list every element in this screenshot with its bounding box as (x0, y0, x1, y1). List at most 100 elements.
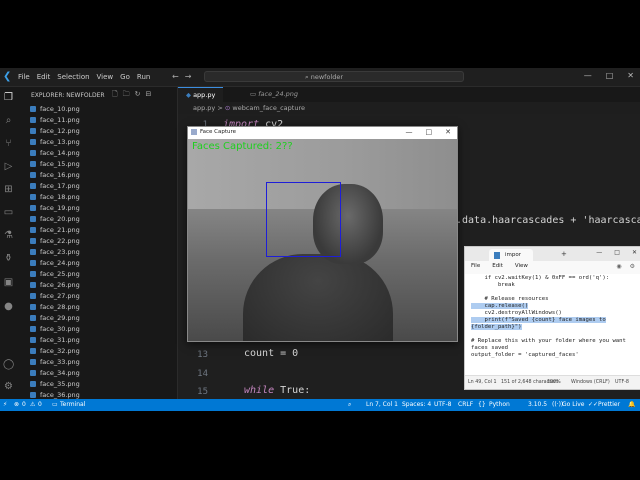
new-folder-icon[interactable]: 🗀 (123, 90, 130, 101)
image-file-icon (30, 193, 36, 200)
menu-file[interactable]: File (18, 73, 30, 81)
minimize-icon[interactable]: — (596, 249, 602, 256)
extension-circle-icon[interactable]: ● (3, 301, 14, 312)
file-list-item[interactable]: face_29.png (17, 312, 177, 323)
file-list-item[interactable]: face_15.png (17, 158, 177, 169)
menu-view[interactable]: View (97, 73, 114, 81)
tab-face-24[interactable]: ▭ face_24.png (242, 87, 306, 102)
maximize-icon[interactable]: □ (614, 249, 620, 256)
file-list-item[interactable]: face_33.png (17, 356, 177, 367)
document-icon (494, 252, 500, 259)
indentation[interactable]: Spaces: 4 (402, 399, 431, 411)
collapse-icon[interactable]: ⊟ (146, 90, 152, 101)
prettier-button[interactable]: Prettier (598, 399, 620, 411)
run-debug-icon[interactable]: ▷ (3, 161, 14, 172)
extensions-icon[interactable]: ⊞ (3, 184, 14, 195)
notification-bell-icon[interactable]: 🔔 (628, 399, 635, 411)
python-version[interactable]: 3.10.5 (528, 399, 547, 411)
file-name: face_30.png (40, 324, 80, 333)
menu-go[interactable]: Go (120, 73, 130, 81)
file-list-item[interactable]: face_16.png (17, 169, 177, 180)
copilot-icon[interactable]: ◉ (616, 263, 621, 270)
file-list-item[interactable]: face_26.png (17, 279, 177, 290)
check-icon: ✓✓ (588, 401, 599, 408)
source-control-icon[interactable]: ⑂ (3, 138, 14, 149)
file-list-item[interactable]: face_31.png (17, 334, 177, 345)
image-file-icon (30, 347, 36, 354)
new-tab-icon[interactable]: + (561, 250, 567, 258)
testing-icon[interactable]: ⚗ (3, 230, 14, 241)
tab-app-py[interactable]: ◆ app.py (178, 87, 224, 103)
minimize-icon[interactable]: — (584, 71, 592, 80)
file-list-item[interactable]: face_18.png (17, 191, 177, 202)
menu-run[interactable]: Run (137, 73, 150, 81)
file-list-item[interactable]: face_35.png (17, 378, 177, 389)
close-icon[interactable]: ✕ (627, 71, 634, 80)
file-list-item[interactable]: face_10.png (17, 103, 177, 114)
cursor-position[interactable]: Ln 7, Col 1 (366, 399, 398, 411)
file-list-item[interactable]: face_34.png (17, 367, 177, 378)
notepad-tab[interactable]: impor (489, 249, 533, 261)
nav-arrows[interactable]: ←→ (172, 72, 197, 81)
close-icon[interactable]: ✕ (632, 249, 637, 256)
menu-selection[interactable]: Selection (57, 73, 89, 81)
notepad-text-area[interactable]: if cv2.waitKey(1) & 0xFF == ord('q'): br… (465, 274, 640, 376)
encoding[interactable]: UTF-8 (434, 399, 452, 411)
file-list-item[interactable]: face_27.png (17, 290, 177, 301)
activity-bar: ❐ ⌕ ⑂ ▷ ⊞ ▭ ⚗ ⚱ ▣ ● ◯ ⚙ (0, 87, 17, 399)
menu-edit[interactable]: Edit (37, 73, 51, 81)
file-list-item[interactable]: face_22.png (17, 235, 177, 246)
maximize-icon[interactable]: □ (426, 128, 433, 136)
image-file-icon (30, 138, 36, 145)
file-list-item[interactable]: face_23.png (17, 246, 177, 257)
search-icon[interactable]: ⌕ (348, 399, 351, 411)
file-list-item[interactable]: face_25.png (17, 268, 177, 279)
settings-gear-icon[interactable]: ⚙ (3, 381, 14, 392)
language-mode[interactable]: Python (489, 399, 510, 411)
file-list-item[interactable]: face_13.png (17, 136, 177, 147)
breadcrumb-file[interactable]: app.py (193, 104, 215, 112)
face-capture-titlebar[interactable]: Face Capture — □ ✕ (188, 127, 457, 139)
terminal-button[interactable]: Terminal (60, 399, 85, 411)
warning-icon[interactable]: ⚠ (30, 399, 35, 411)
line-ending[interactable]: CRLF (458, 399, 473, 411)
file-list-item[interactable]: face_11.png (17, 114, 177, 125)
remote-explorer-icon[interactable]: ▭ (3, 207, 14, 218)
notepad-line-selected: print(f"Saved {count} face images to (471, 317, 606, 323)
line-number: 13 (197, 350, 208, 360)
file-list-item[interactable]: face_21.png (17, 224, 177, 235)
close-icon[interactable]: ✕ (445, 128, 451, 136)
notepad-menu-edit[interactable]: Edit (492, 263, 503, 269)
maximize-icon[interactable]: □ (606, 71, 614, 80)
explorer-icon[interactable]: ❐ (3, 92, 14, 103)
new-file-icon[interactable]: 🗋 (112, 90, 118, 101)
file-list-item[interactable]: face_32.png (17, 345, 177, 356)
notepad-menu-file[interactable]: File (471, 263, 480, 269)
file-name: face_32.png (40, 346, 80, 355)
search-icon[interactable]: ⌕ (3, 115, 14, 126)
extension-badge-icon[interactable]: ▣ (3, 277, 14, 288)
go-live-button[interactable]: Go Live (562, 399, 584, 411)
notepad-menu-view[interactable]: View (515, 263, 528, 269)
error-icon[interactable]: ⊗ (14, 399, 19, 411)
error-count[interactable]: 0 (22, 399, 26, 411)
code-text: True: (274, 385, 311, 396)
file-list-item[interactable]: face_17.png (17, 180, 177, 191)
file-list-item[interactable]: face_30.png (17, 323, 177, 334)
file-list-item[interactable]: face_12.png (17, 125, 177, 136)
file-list-item[interactable]: face_19.png (17, 202, 177, 213)
file-list-item[interactable]: face_20.png (17, 213, 177, 224)
file-list-item[interactable]: face_28.png (17, 301, 177, 312)
settings-gear-icon[interactable]: ⚙ (630, 263, 635, 270)
remote-icon[interactable]: ⚡ (3, 399, 7, 411)
warning-count[interactable]: 0 (38, 399, 42, 411)
terminal-icon[interactable]: ▭ (52, 399, 58, 411)
breadcrumb-symbol[interactable]: webcam_face_capture (232, 104, 305, 112)
file-list-item[interactable]: face_14.png (17, 147, 177, 158)
minimize-icon[interactable]: — (406, 128, 413, 136)
refresh-icon[interactable]: ↻ (135, 90, 141, 101)
account-icon[interactable]: ◯ (3, 359, 14, 370)
command-center-search[interactable]: ⌕ newfolder (204, 71, 464, 82)
flask-icon[interactable]: ⚱ (3, 253, 14, 264)
file-list-item[interactable]: face_24.png (17, 257, 177, 268)
